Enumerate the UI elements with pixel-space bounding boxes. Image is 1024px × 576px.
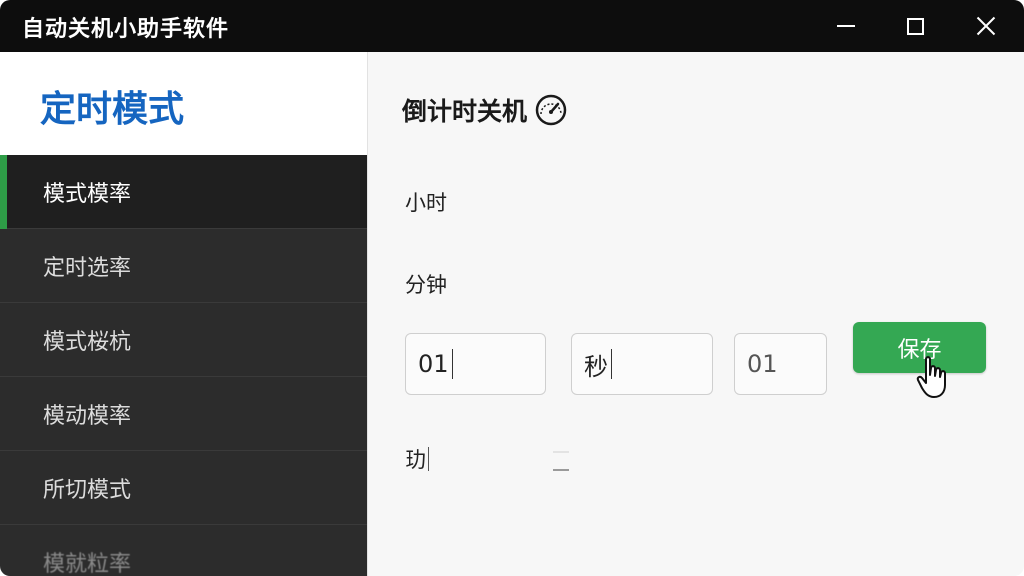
close-button[interactable] (952, 0, 1020, 52)
sidebar-heading: 定时模式 (40, 89, 185, 130)
window-title: 自动关机小助手软件 (22, 17, 230, 42)
sidebar-item-4[interactable]: 模动模率 (0, 377, 367, 451)
sidebar-item-label: 模就粒率 (43, 551, 132, 576)
sidebar-item-label: 模式模率 (43, 181, 132, 207)
minimize-icon (837, 25, 855, 27)
maximize-button[interactable] (881, 0, 949, 52)
app-window: 自动关机小助手软件 定时模式 模式模率 定时选率 模式桜杭 模动模率 所切模式 (0, 0, 1024, 576)
sidebar-item-6[interactable]: 模就粒率 (0, 525, 367, 576)
minutes-input[interactable]: 秒 (571, 333, 713, 395)
bottom-label: 玏 (405, 444, 429, 474)
minutes-label: 分钟 (405, 273, 447, 297)
sidebar: 定时模式 模式模率 定时选率 模式桜杭 模动模率 所切模式 模就粒率 (0, 52, 367, 576)
sidebar-item-label: 所切模式 (43, 477, 132, 503)
sidebar-item-label: 模动模率 (43, 403, 132, 429)
title-bar: 自动关机小助手软件 (0, 0, 1024, 52)
hours-input[interactable]: 01 (405, 333, 546, 395)
text-caret (451, 349, 453, 379)
hours-input-value: 01 (418, 350, 449, 378)
minimize-button[interactable] (812, 0, 880, 52)
gauge-icon (535, 94, 567, 126)
slider-handle-icon (553, 451, 569, 471)
maximize-icon (906, 17, 924, 35)
sidebar-item-label: 模式桜杭 (43, 329, 132, 355)
bottom-label-text: 玏 (405, 448, 426, 472)
main-panel: 倒计时关机 小时 分钟 01 秒 01 保存 玏 (367, 52, 1024, 576)
hours-label: 小时 (405, 191, 447, 215)
minutes-input-value: 秒 (584, 352, 608, 381)
sidebar-header: 定时模式 (0, 52, 367, 155)
sidebar-item-2[interactable]: 定时选率 (0, 229, 367, 303)
sidebar-item-5[interactable]: 所切模式 (0, 451, 367, 525)
sidebar-item-label: 定时选率 (43, 255, 132, 281)
close-icon (976, 16, 996, 36)
page-title: 倒计时关机 (402, 92, 569, 128)
seconds-input[interactable]: 01 (734, 333, 827, 395)
text-caret (611, 349, 612, 379)
hand-cursor-icon (916, 356, 946, 398)
sidebar-item-3[interactable]: 模式桜杭 (0, 303, 367, 377)
page-title-text: 倒计时关机 (402, 97, 528, 126)
seconds-input-value: 01 (747, 350, 778, 378)
sidebar-item-1[interactable]: 模式模率 (0, 155, 367, 229)
text-caret (428, 447, 429, 471)
